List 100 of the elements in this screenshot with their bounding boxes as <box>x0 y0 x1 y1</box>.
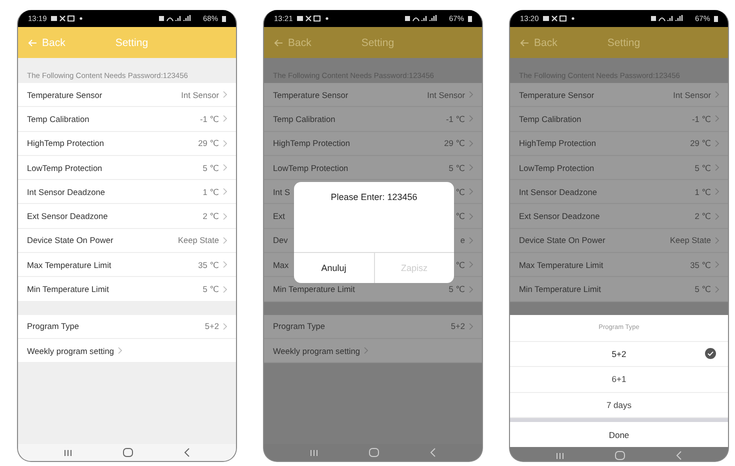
setting-label: Device State On Power <box>519 235 606 246</box>
chevron-icon <box>223 164 227 172</box>
setting-label: Temperature Sensor <box>519 90 594 100</box>
setting-row[interactable]: HighTemp Protection 29 ℃ <box>510 132 728 156</box>
setting-label: Temperature Sensor <box>273 90 348 100</box>
setting-row[interactable]: Weekly program setting <box>264 338 482 364</box>
setting-row[interactable]: LowTemp Protection 5 ℃ <box>18 156 236 180</box>
chevron-icon <box>223 286 227 293</box>
setting-row[interactable]: HighTemp Protection 29 ℃ <box>18 132 236 156</box>
back-icon[interactable] <box>184 448 190 457</box>
setting-row[interactable]: Min Temperature Limit 5 ℃ <box>510 277 728 302</box>
chevron-icon <box>715 188 719 196</box>
setting-label: Int Sensor Deadzone <box>519 186 597 197</box>
setting-value: ℃ <box>456 260 465 270</box>
notification-icons <box>542 15 577 22</box>
chevron-icon <box>715 212 719 220</box>
home-icon[interactable] <box>122 448 133 457</box>
setting-row[interactable]: Ext Sensor Deadzone 2 ℃ <box>18 204 236 229</box>
setting-row[interactable]: Temperature Sensor Int Sensor <box>18 83 236 108</box>
setting-row[interactable]: Temp Calibration -1 ℃ <box>264 107 482 132</box>
setting-value: 5 ℃ <box>694 162 711 173</box>
setting-row[interactable]: Program Type 5+2 <box>18 314 236 339</box>
setting-label: Min Temperature Limit <box>273 284 355 294</box>
chevron-icon <box>469 140 473 147</box>
setting-value: 35 ℃ <box>198 260 219 270</box>
setting-row[interactable]: Device State On Power Keep State <box>18 228 236 254</box>
setting-row[interactable]: Weekly program setting <box>18 338 236 364</box>
setting-value: 1 ℃ <box>694 186 711 197</box>
setting-label: HighTemp Protection <box>273 138 350 148</box>
setting-label: Dev <box>273 235 288 246</box>
setting-label: Ext Sensor Deadzone <box>27 211 108 222</box>
setting-row[interactable]: Max Temperature Limit 35 ℃ <box>510 253 728 278</box>
chevron-icon <box>469 322 473 330</box>
setting-value: e <box>460 235 465 246</box>
setting-value: ℃ <box>456 211 465 222</box>
setting-label: Temperature Sensor <box>27 90 102 100</box>
screen-title: Setting <box>115 36 148 48</box>
recent-apps-icon[interactable] <box>64 448 72 456</box>
setting-label: Device State On Power <box>27 235 114 246</box>
setting-row[interactable]: Temp Calibration -1 ℃ <box>18 107 236 132</box>
setting-label: Program Type <box>273 321 325 332</box>
screen-title: Setting <box>607 36 640 48</box>
setting-label: Max Temperature Limit <box>519 260 604 270</box>
setting-row[interactable]: LowTemp Protection 5 ℃ <box>264 156 482 180</box>
chevron-icon <box>223 188 227 196</box>
back-arrow-icon <box>274 38 283 46</box>
setting-row[interactable]: Min Temperature Limit 5 ℃ <box>18 277 236 302</box>
setting-value: Int Sensor <box>427 90 465 100</box>
chevron-icon <box>469 236 473 244</box>
setting-row[interactable]: Device State On Power Keep State <box>510 228 728 254</box>
setting-value: 29 ℃ <box>690 138 711 148</box>
setting-row[interactable]: LowTemp Protection 5 ℃ <box>510 156 728 180</box>
setting-row[interactable]: HighTemp Protection 29 ℃ <box>264 132 482 156</box>
setting-label: Min Temperature Limit <box>27 284 109 294</box>
setting-value: Keep State <box>670 235 711 246</box>
setting-label: Int S <box>273 186 290 197</box>
setting-row[interactable]: Max Temperature Limit 35 ℃ <box>18 253 236 278</box>
back-arrow-icon <box>520 38 529 46</box>
battery-icon <box>468 15 472 22</box>
chevron-icon <box>715 164 719 172</box>
setting-value: 5 ℃ <box>448 162 465 173</box>
setting-value: 29 ℃ <box>198 138 219 148</box>
setting-label: Ext <box>273 211 285 222</box>
chevron-icon <box>715 140 719 147</box>
setting-label: Max Temperature Limit <box>27 260 112 270</box>
setting-value: 5 ℃ <box>694 284 711 294</box>
setting-row[interactable]: Temp Calibration -1 ℃ <box>510 107 728 132</box>
chevron-icon <box>715 236 719 244</box>
setting-value: 5+2 <box>450 321 465 332</box>
chevron-icon <box>223 140 227 147</box>
chevron-icon <box>469 164 473 172</box>
setting-value: -1 ℃ <box>446 114 465 124</box>
setting-value: 5 ℃ <box>448 284 465 294</box>
battery-icon <box>222 15 226 22</box>
chevron-icon <box>223 236 227 244</box>
back-arrow-icon <box>28 38 37 46</box>
chevron-icon <box>118 347 122 354</box>
setting-row[interactable]: Int Sensor Deadzone 1 ℃ <box>510 180 728 204</box>
chevron-icon <box>223 91 227 98</box>
setting-value: 2 ℃ <box>202 211 219 222</box>
chevron-icon <box>223 115 227 122</box>
chevron-icon <box>469 286 473 293</box>
chevron-icon <box>715 261 719 268</box>
screen-title: Setting <box>361 36 394 48</box>
chevron-icon <box>469 188 473 196</box>
setting-value: 35 ℃ <box>690 260 711 270</box>
setting-row[interactable]: Program Type 5+2 <box>264 314 482 339</box>
chevron-icon <box>223 261 227 268</box>
setting-label: Max <box>273 260 289 270</box>
setting-value: 5 ℃ <box>202 162 219 173</box>
setting-label: Min Temperature Limit <box>519 284 601 294</box>
setting-label: Weekly program setting <box>273 346 360 356</box>
chevron-icon <box>364 347 368 354</box>
setting-row[interactable]: Temperature Sensor Int Sensor <box>264 83 482 108</box>
setting-value: Int Sensor <box>673 90 711 100</box>
setting-row[interactable]: Ext Sensor Deadzone 2 ℃ <box>510 204 728 229</box>
setting-row[interactable]: Int Sensor Deadzone 1 ℃ <box>18 180 236 204</box>
setting-label: LowTemp Protection <box>519 162 594 173</box>
notification-icons <box>50 15 85 22</box>
setting-row[interactable]: Temperature Sensor Int Sensor <box>510 83 728 108</box>
